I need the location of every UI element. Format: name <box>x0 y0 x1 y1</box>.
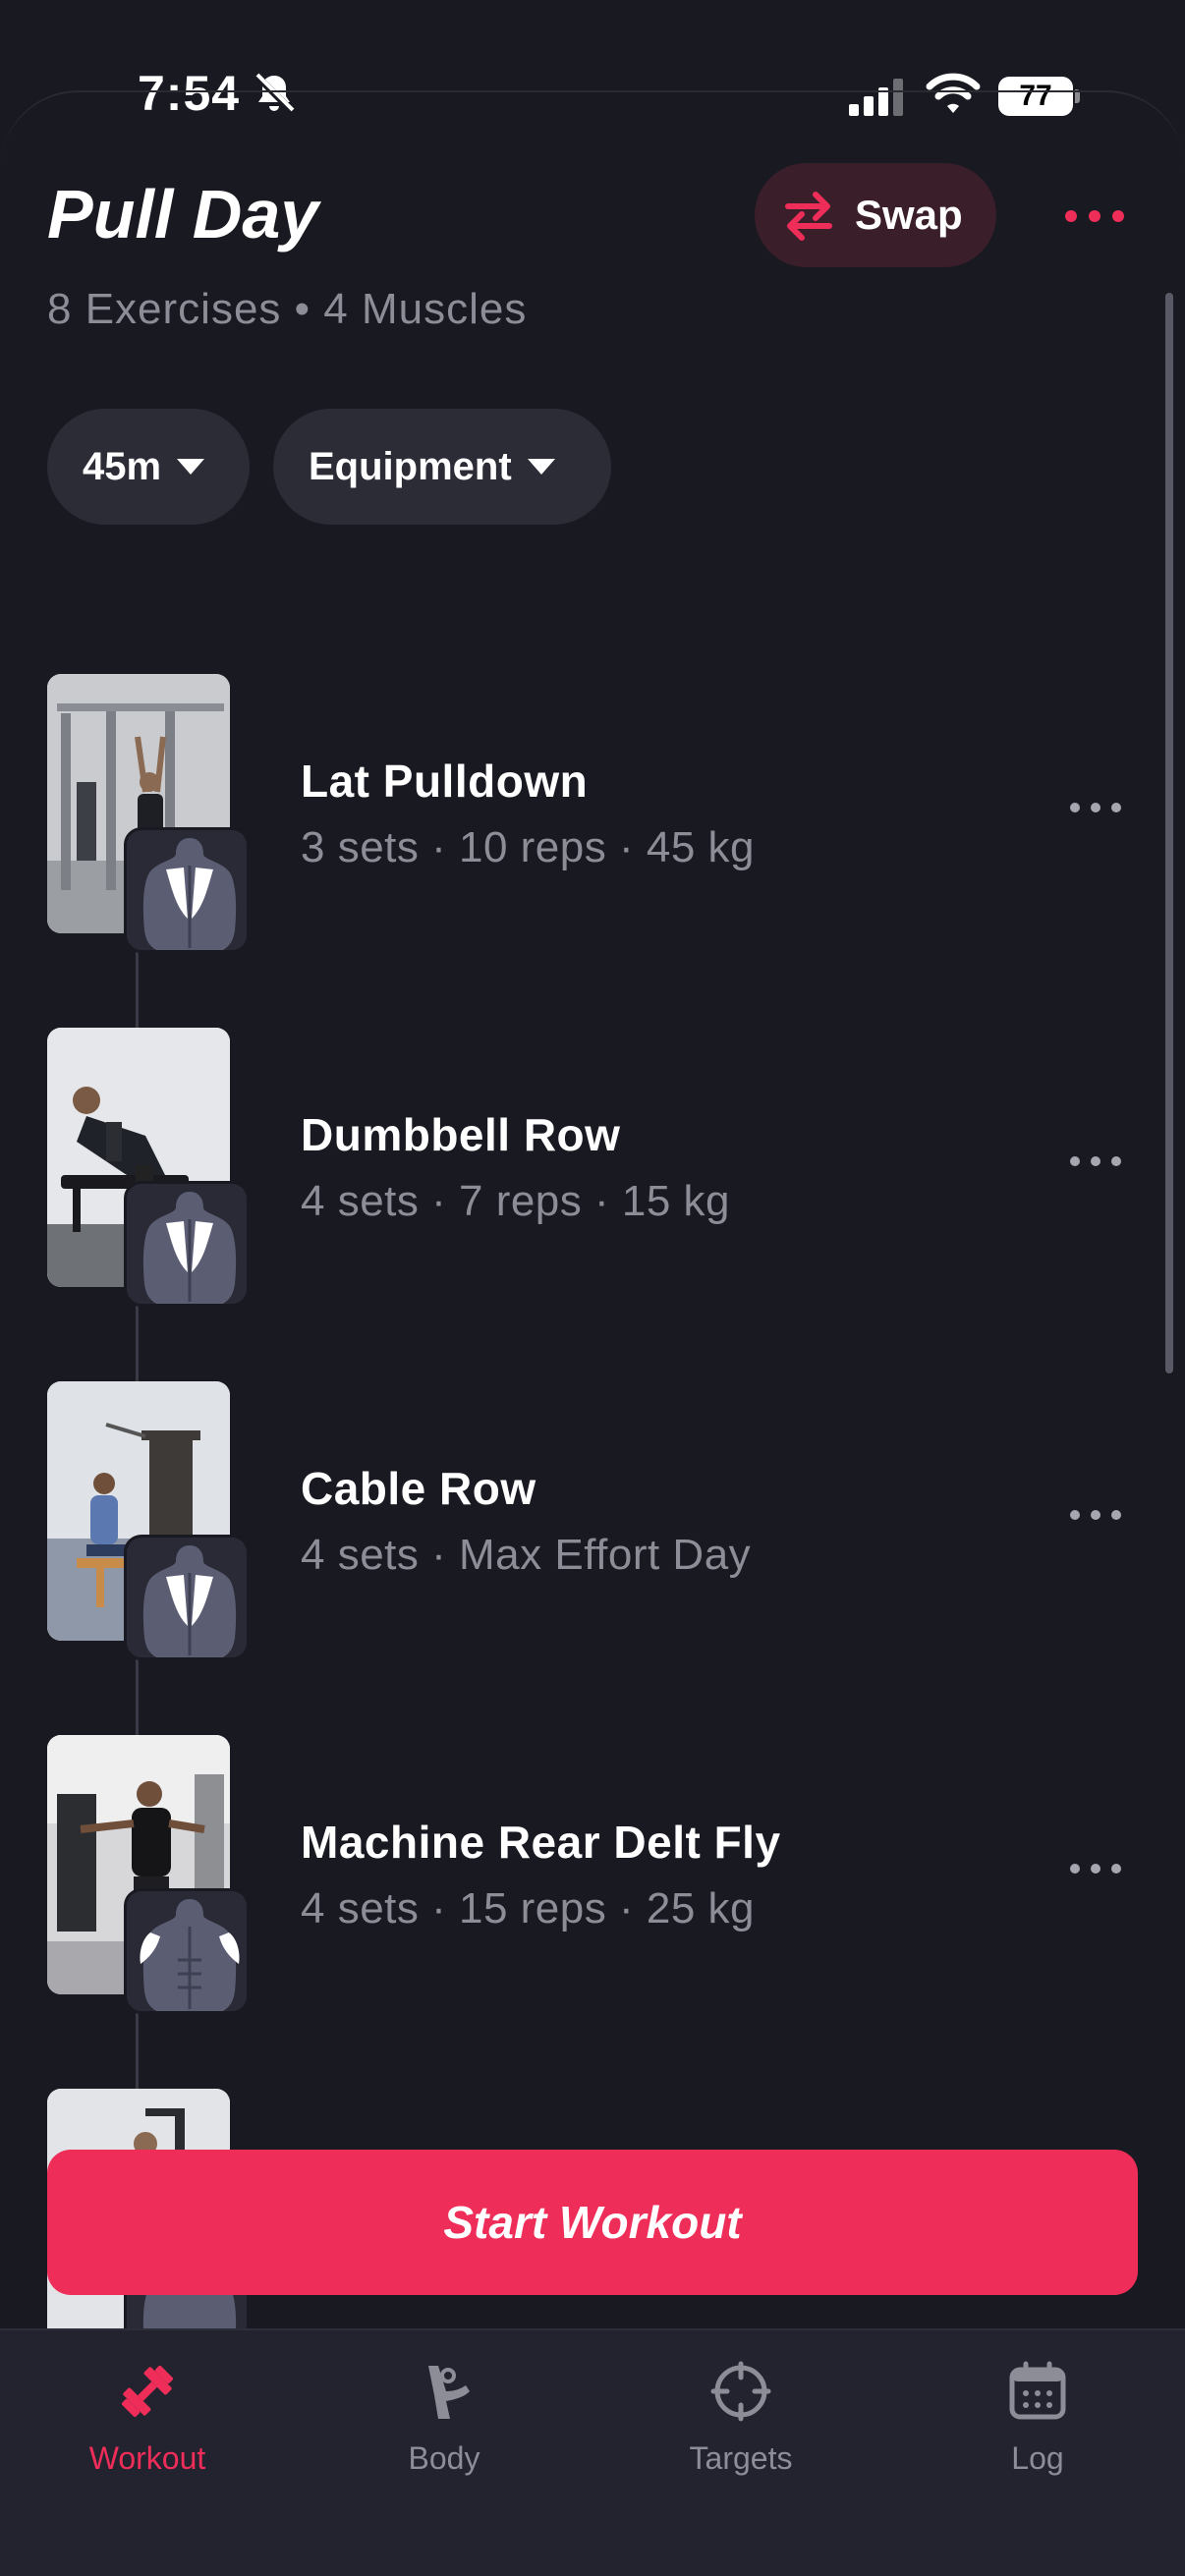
exercise-item[interactable]: Dumbbell Row 4 sets · 7 reps · 15 kg <box>0 1028 1185 1322</box>
equipment-filter-label: Equipment <box>309 444 512 488</box>
exercise-name: Dumbbell Row <box>301 1109 621 1160</box>
exercise-name: Machine Rear Delt Fly <box>301 1817 781 1868</box>
tab-bar: Workout Body Targets Log <box>0 2328 1185 2576</box>
rear-delts-muscle-icon <box>124 1888 250 2014</box>
tab-label: Workout <box>88 2440 206 2476</box>
tab-targets[interactable]: Targets <box>593 2360 888 2497</box>
back-muscle-icon <box>124 827 250 953</box>
start-workout-label: Start Workout <box>443 2197 742 2248</box>
body-icon <box>428 2366 470 2419</box>
exercise-detail: 4 sets · 15 reps · 25 kg <box>301 1884 755 1932</box>
more-options-icon[interactable] <box>1069 1503 1122 1527</box>
tab-label: Targets <box>689 2440 793 2476</box>
more-options-icon[interactable] <box>1069 796 1122 819</box>
exercise-detail: 3 sets · 10 reps · 45 kg <box>301 823 755 871</box>
workout-summary: 8 Exercises • 4 Muscles <box>47 285 528 333</box>
more-options-icon[interactable] <box>1069 1857 1122 1880</box>
exercise-name: Cable Row <box>301 1463 536 1514</box>
equipment-filter-chip[interactable]: Equipment <box>273 409 611 525</box>
exercise-name: Lat Pulldown <box>301 756 589 807</box>
start-workout-button[interactable]: Start Workout <box>47 2150 1138 2295</box>
exercise-detail: 4 sets · Max Effort Day <box>301 1531 752 1579</box>
swap-button[interactable]: Swap <box>755 163 996 267</box>
caret-down-icon <box>177 459 205 475</box>
tab-label: Log <box>1011 2440 1064 2476</box>
duration-filter-label: 45m <box>83 444 162 488</box>
exercise-item[interactable]: Lat Pulldown 3 sets · 10 reps · 45 kg <box>0 674 1185 969</box>
calendar-icon <box>1009 2361 1066 2420</box>
duration-filter-chip[interactable]: 45m <box>47 409 250 525</box>
back-muscle-icon <box>124 1181 250 1307</box>
tab-workout[interactable]: Workout <box>0 2360 295 2497</box>
exercise-detail: 4 sets · 7 reps · 15 kg <box>301 1177 731 1225</box>
tab-label: Body <box>408 2440 480 2476</box>
swap-label: Swap <box>855 192 963 238</box>
exercise-item[interactable]: Machine Rear Delt Fly 4 sets · 15 reps ·… <box>0 1735 1185 2030</box>
caret-down-icon <box>527 459 555 475</box>
back-muscle-icon <box>124 1535 250 1660</box>
scrollbar[interactable] <box>1165 293 1173 1373</box>
swap-arrows-icon <box>785 192 832 241</box>
more-options-icon[interactable] <box>1069 1149 1122 1173</box>
exercise-item[interactable]: Cable Row 4 sets · Max Effort Day <box>0 1381 1185 1676</box>
dumbbell-icon <box>121 2365 174 2418</box>
crosshair-icon <box>710 2361 771 2422</box>
more-options-icon[interactable] <box>1063 193 1126 240</box>
page-title: Pull Day <box>47 176 319 252</box>
tab-body[interactable]: Body <box>297 2360 592 2497</box>
tab-log[interactable]: Log <box>890 2360 1185 2497</box>
